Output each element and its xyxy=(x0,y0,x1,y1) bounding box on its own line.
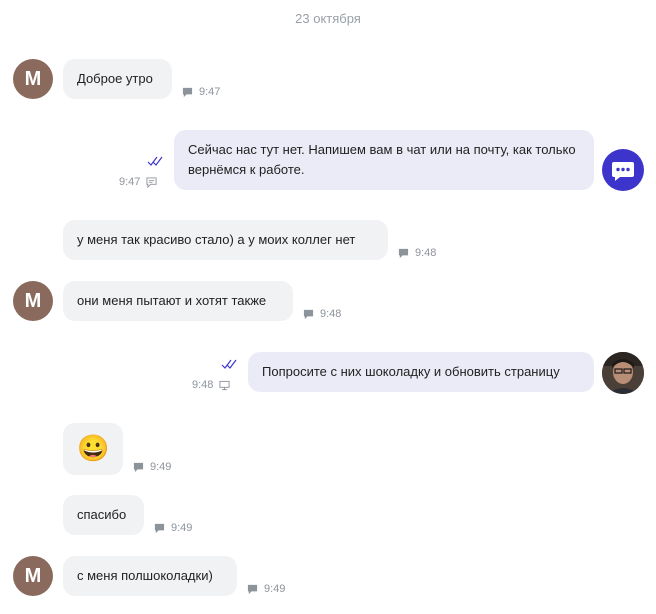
comment-icon xyxy=(398,248,409,258)
chat-bubble-icon xyxy=(146,176,157,188)
message-time: 9:49 xyxy=(150,461,172,473)
date-divider: 23 октября xyxy=(295,11,361,26)
chat-thread: 23 октября М Доброе утро 9:47 9:47 Сейча… xyxy=(0,0,656,614)
double-check-icon xyxy=(147,156,163,166)
message-bubble: они меня пытают и хотят также xyxy=(63,281,293,321)
message-bubble: с меня полшоколадки) xyxy=(63,556,237,596)
message-time: 9:48 xyxy=(320,308,342,320)
avatar[interactable]: М xyxy=(13,556,53,596)
message-bubble: 😀 xyxy=(63,423,123,475)
message-time: 9:48 xyxy=(192,379,214,391)
operator-photo-image xyxy=(602,352,644,394)
message-time: 9:48 xyxy=(415,247,437,259)
message-time: 9:47 xyxy=(199,86,221,98)
comment-icon xyxy=(133,462,144,472)
avatar[interactable]: М xyxy=(13,281,53,321)
comment-icon xyxy=(182,87,193,97)
message-bubble: Сейчас нас тут нет. Напишем вам в чат ил… xyxy=(174,130,594,190)
comment-icon xyxy=(303,309,314,319)
message-meta: 9:48 xyxy=(192,379,230,391)
comment-icon xyxy=(247,584,258,594)
message-meta: 9:49 xyxy=(247,583,285,595)
double-check-icon xyxy=(221,359,237,369)
comment-icon xyxy=(154,523,165,533)
message-meta: 9:47 xyxy=(182,86,220,98)
message-bubble: Доброе утро xyxy=(63,59,172,99)
message-meta: 9:49 xyxy=(154,522,192,534)
message-meta: 9:47 xyxy=(119,176,157,188)
operator-avatar[interactable] xyxy=(602,352,644,394)
grinning-face-emoji: 😀 xyxy=(77,433,110,463)
avatar[interactable]: М xyxy=(13,59,53,99)
message-time: 9:49 xyxy=(171,522,193,534)
bot-avatar[interactable] xyxy=(602,149,644,191)
message-time: 9:49 xyxy=(264,583,286,595)
message-bubble: у меня так красиво стало) а у моих колле… xyxy=(63,220,388,260)
message-meta: 9:49 xyxy=(133,461,171,473)
message-meta: 9:48 xyxy=(398,247,436,259)
message-meta: 9:48 xyxy=(303,308,341,320)
message-bubble: Попросите с них шоколадку и обновить стр… xyxy=(248,352,594,392)
message-time: 9:47 xyxy=(119,176,141,188)
chat-icon xyxy=(612,162,634,181)
monitor-icon xyxy=(219,380,230,390)
message-bubble: спасибо xyxy=(63,495,144,535)
